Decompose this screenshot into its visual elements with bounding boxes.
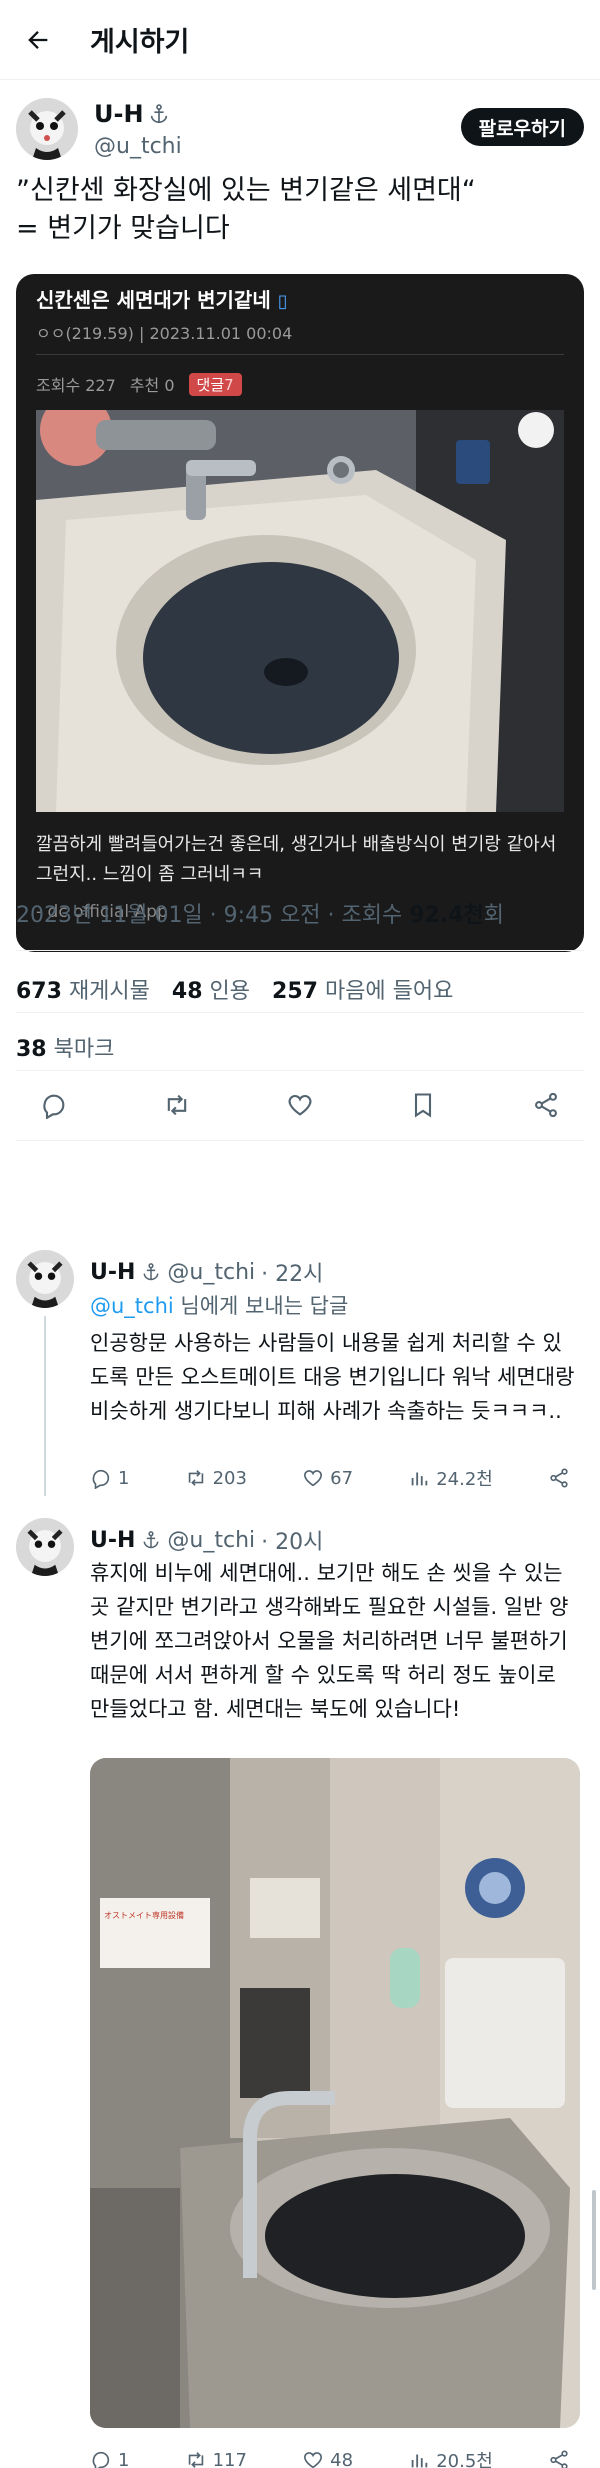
author-name-text: U-H — [94, 100, 144, 128]
like-button[interactable]: 48 — [302, 2449, 353, 2468]
heart-icon — [304, 2452, 323, 2468]
scrollbar[interactable] — [592, 2190, 596, 2290]
sink-photo — [36, 394, 564, 812]
likes-link[interactable]: 257 마음에 들어요 — [272, 973, 453, 1005]
thread-line — [44, 1316, 46, 1496]
phone-icon: ▯ — [277, 291, 288, 312]
share-icon — [535, 1092, 557, 1118]
reply-button[interactable]: 1 — [90, 2449, 129, 2468]
divider — [36, 354, 564, 355]
embed-views: 조회수 227 — [36, 376, 116, 395]
view-count: 92.4천 — [409, 903, 484, 928]
mention-link[interactable]: @u_tchi — [90, 1294, 174, 1318]
embed-stats: 조회수 227 추천 0 댓글7 — [36, 372, 242, 396]
embed-recommend: 추천 0 — [129, 376, 175, 395]
bar-chart-icon — [411, 2454, 428, 2468]
embed-title: 신칸센은 세면대가 변기같네 ▯ — [36, 288, 288, 312]
reply-author-handle[interactable]: @u_tchi — [167, 1528, 255, 1553]
anchor-icon — [150, 104, 167, 124]
divider — [16, 950, 584, 951]
reply-button[interactable]: 1 — [90, 1467, 129, 1489]
reply-actions: 1 117 48 20.5천 — [90, 2444, 570, 2468]
embedded-image[interactable]: 신칸센은 세면대가 변기같네 ▯ ㅇㅇ(219.59) | 2023.11.01… — [16, 274, 584, 952]
reply-actions: 1 203 67 24.2천 — [90, 1462, 570, 1494]
replying-to: @u_tchi 님에게 보내는 답글 — [90, 1294, 349, 1318]
like-button[interactable] — [286, 1091, 314, 1119]
retweet-button[interactable]: 117 — [185, 2449, 247, 2468]
top-bar: 게시하기 — [0, 0, 600, 80]
embed-replies-badge: 댓글7 — [188, 372, 242, 396]
reply-header: U-H @u_tchi · 20시 — [90, 1524, 323, 1556]
bar-chart-icon — [411, 1472, 428, 1486]
reply-icon — [92, 2451, 110, 2468]
reply-text: 휴지에 비누에 세면대에.. 보기만 해도 손 씻을 수 있는 곳 같지만 변기… — [90, 1561, 569, 1721]
retweets-link[interactable]: 673 재게시물 — [16, 973, 150, 1005]
anchor-icon — [144, 1263, 159, 1281]
share-button[interactable] — [548, 1467, 570, 1489]
tweet-timestamp: 2023년 11월 01일 · 9:45 오전 · 조회수 92.4천회 — [16, 903, 505, 928]
avatar[interactable] — [16, 1518, 74, 1576]
divider — [16, 1140, 584, 1141]
anchor-icon — [144, 1531, 159, 1549]
avatar[interactable] — [16, 98, 78, 160]
reply-icon — [92, 1469, 110, 1489]
tweet-text: ”신칸센 화장실에 있는 변기같은 세면대“ = 변기가 맞습니다 — [16, 175, 476, 244]
divider — [16, 1012, 584, 1013]
engagement-stats: 673 재게시물 48 인용 257 마음에 들어요 — [16, 973, 453, 1005]
divider — [16, 1070, 584, 1071]
heart-icon — [304, 1470, 323, 1487]
share-icon — [550, 2450, 568, 2468]
reply-text: 인공항문 사용하는 사람들이 내용물 쉽게 처리할 수 있도록 만든 오스트메이… — [90, 1331, 575, 1423]
reply-time: · 20시 — [261, 1530, 324, 1555]
arrow-left-icon — [28, 30, 48, 49]
quotes-link[interactable]: 48 인용 — [172, 973, 250, 1005]
bookmark-button[interactable] — [409, 1091, 437, 1119]
retweet-icon — [188, 2452, 203, 2468]
author-name[interactable]: U-H — [94, 100, 170, 128]
reply-header: U-H @u_tchi · 22시 — [90, 1256, 323, 1288]
heart-icon — [288, 1094, 312, 1116]
retweet-button[interactable] — [163, 1091, 191, 1119]
tweet-author-row: U-H @u_tchi 팔로우하기 — [16, 96, 584, 168]
retweet-icon — [188, 1470, 203, 1486]
author-handle[interactable]: @u_tchi — [94, 134, 182, 159]
like-button[interactable]: 67 — [302, 1467, 353, 1489]
ostomate-toilet-photo[interactable]: オストメイト専用設備 — [90, 1758, 580, 2428]
bookmark-icon — [414, 1093, 432, 1118]
retweet-button[interactable]: 203 — [185, 1467, 247, 1489]
reply-time: · 22시 — [261, 1262, 324, 1287]
retweet-icon — [167, 1094, 187, 1116]
views-button[interactable]: 20.5천 — [408, 2447, 493, 2468]
embed-meta: ㅇㅇ(219.59) | 2023.11.01 00:04 — [36, 324, 293, 343]
reply-icon — [43, 1094, 65, 1119]
ostomate-sign-text: オストメイト専用設備 — [104, 1910, 184, 1920]
tweet-actions — [40, 1085, 560, 1125]
follow-button[interactable]: 팔로우하기 — [460, 108, 584, 146]
reply-author-name[interactable]: U-H — [90, 1528, 135, 1553]
views-button[interactable]: 24.2천 — [408, 1465, 493, 1491]
share-button[interactable] — [532, 1091, 560, 1119]
share-icon — [550, 1468, 568, 1488]
bookmarks-link[interactable]: 38 북마크 — [16, 1031, 114, 1063]
share-button[interactable] — [548, 2449, 570, 2468]
reply-button[interactable] — [40, 1091, 68, 1119]
embed-caption: 깔끔하게 빨려들어가는건 좋은데, 생긴거나 배출방식이 변기랑 같아서 그런지… — [36, 834, 557, 885]
back-button[interactable] — [14, 16, 62, 64]
avatar[interactable] — [16, 1250, 74, 1308]
reply-author-name[interactable]: U-H — [90, 1260, 135, 1285]
reply-author-handle[interactable]: @u_tchi — [167, 1260, 255, 1285]
page-title: 게시하기 — [90, 27, 190, 58]
